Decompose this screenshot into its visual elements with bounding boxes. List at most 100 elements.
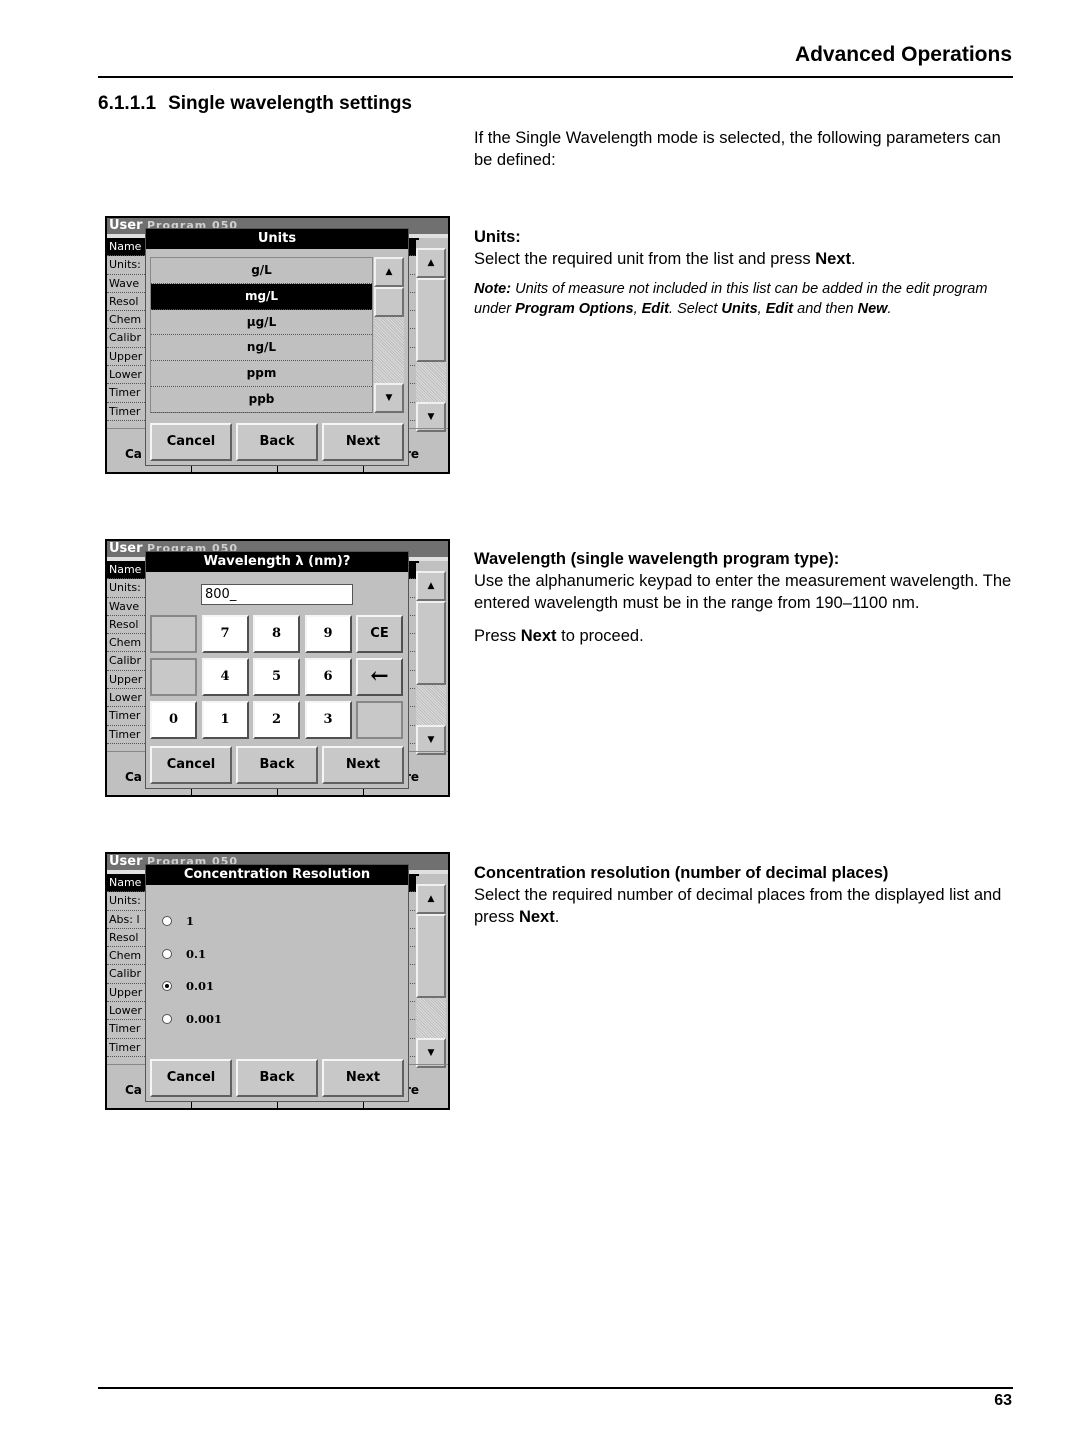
key-1[interactable]: 1 <box>201 701 249 739</box>
radio-button[interactable] <box>162 948 172 959</box>
section-title: Single wavelength settings <box>168 93 412 114</box>
bg-button-fragment: Ca <box>125 447 142 461</box>
units-dialog: Units g/L mg/L µg/L ng/L ppm ppb ▲ ▼ Can… <box>145 228 409 466</box>
option-label: 0.001 <box>186 1011 223 1026</box>
divider <box>191 466 192 472</box>
scroll-thumb[interactable] <box>374 287 404 317</box>
section-number: 6.1.1.1 <box>98 93 157 114</box>
divider <box>191 789 192 795</box>
scroll-up-icon[interactable]: ▲ <box>374 257 404 287</box>
key-5[interactable]: 5 <box>253 658 300 696</box>
screen-title: User <box>109 854 143 869</box>
key-blank <box>150 658 197 696</box>
resolution-description: Concentration resolution (number of deci… <box>474 862 1019 928</box>
back-button[interactable]: Back <box>236 423 318 461</box>
scroll-up-icon: ▲ <box>416 571 446 601</box>
running-header: Advanced Operations <box>794 43 1012 66</box>
divider <box>277 1102 278 1108</box>
dialog-title: Concentration Resolution <box>146 865 408 885</box>
wavelength-press-next: Press Next to proceed. <box>474 625 1019 647</box>
unit-option[interactable]: g/L <box>151 258 372 284</box>
unit-option-selected[interactable]: mg/L <box>151 283 372 310</box>
key-blank <box>356 701 403 739</box>
scroll-down-icon[interactable]: ▼ <box>374 383 404 413</box>
dialog-buttons: Cancel Back Next <box>150 746 404 784</box>
key-9[interactable]: 9 <box>304 615 352 653</box>
key-4[interactable]: 4 <box>201 658 249 696</box>
units-heading: Units: <box>474 228 521 246</box>
resolution-options: 1 0.1 0.01 0.001 <box>162 905 222 1035</box>
wavelength-description: Wavelength (single wavelength program ty… <box>474 548 1019 647</box>
numeric-keypad: 7 8 9 CE 4 5 6 ← 0 1 2 3 <box>150 615 406 739</box>
text: , <box>633 301 642 317</box>
cancel-button[interactable]: Cancel <box>150 1059 232 1097</box>
screen-title: User <box>109 541 143 556</box>
divider <box>363 789 364 795</box>
scroll-thumb <box>416 278 446 362</box>
scroll-track <box>416 362 446 402</box>
next-button[interactable]: Next <box>322 423 404 461</box>
radio-button[interactable] <box>162 1013 172 1024</box>
radio-button[interactable] <box>162 916 172 927</box>
text: Press <box>474 627 521 645</box>
divider <box>277 789 278 795</box>
resolution-option-selected[interactable]: 0.01 <box>162 970 222 1003</box>
resolution-option[interactable]: 0.1 <box>162 938 222 971</box>
wavelength-heading: Wavelength (single wavelength program ty… <box>474 550 840 568</box>
units-text: Select the required unit from the list a… <box>474 248 1019 270</box>
scroll-thumb <box>416 914 446 998</box>
text: . <box>554 908 560 926</box>
dialog-buttons: Cancel Back Next <box>150 1059 404 1097</box>
resolution-heading: Concentration resolution (number of deci… <box>474 864 889 882</box>
backspace-arrow-icon[interactable]: ← <box>356 658 403 696</box>
units-screenshot: User Program 050 Name Units: Wave Resol C… <box>105 216 450 474</box>
resolution-text: Select the required number of decimal pl… <box>474 884 1019 928</box>
resolution-option[interactable]: 0.001 <box>162 1003 222 1036</box>
unit-option[interactable]: ppb <box>151 387 372 413</box>
clear-entry-button[interactable]: CE <box>356 615 403 653</box>
key-7[interactable]: 7 <box>201 615 249 653</box>
key-2[interactable]: 2 <box>253 701 300 739</box>
text-bold: Edit <box>641 301 670 317</box>
background-scrollbar: ▲ ▼ <box>416 240 446 432</box>
dialog-title: Units <box>146 229 408 249</box>
unit-option[interactable]: ng/L <box>151 335 372 362</box>
text: . Select <box>669 301 722 317</box>
cancel-button[interactable]: Cancel <box>150 746 232 784</box>
back-button[interactable]: Back <box>236 1059 318 1097</box>
units-description: Units: Select the required unit from the… <box>474 226 1019 319</box>
bg-button-fragment: Ca <box>125 770 142 784</box>
key-0[interactable]: 0 <box>150 701 197 739</box>
next-button[interactable]: Next <box>322 1059 404 1097</box>
text-bold: Program Options <box>515 301 634 317</box>
text-bold: Units <box>721 301 758 317</box>
text-bold: Next <box>815 250 851 268</box>
next-button[interactable]: Next <box>322 746 404 784</box>
note-label: Note: <box>474 281 512 297</box>
back-button[interactable]: Back <box>236 746 318 784</box>
scroll-track[interactable] <box>374 317 404 383</box>
wavelength-screenshot: User Program 050 Name Units: Wave Resol C… <box>105 539 450 797</box>
scroll-track <box>416 998 446 1038</box>
text-bold: Edit <box>765 301 794 317</box>
key-3[interactable]: 3 <box>304 701 352 739</box>
text-bold: Next <box>520 627 557 645</box>
dialog-title: Wavelength λ (nm)? <box>146 552 408 572</box>
wavelength-input[interactable]: 800_ <box>201 584 353 605</box>
resolution-option[interactable]: 1 <box>162 905 222 938</box>
cancel-button[interactable]: Cancel <box>150 423 232 461</box>
key-8[interactable]: 8 <box>253 615 300 653</box>
resolution-screenshot: User Program 050 Name Units: Abs: l Resol… <box>105 852 450 1110</box>
background-scrollbar: ▲ ▼ <box>416 563 446 755</box>
radio-button-checked[interactable] <box>162 981 172 992</box>
scroll-up-icon: ▲ <box>416 884 446 914</box>
unit-option[interactable]: µg/L <box>151 310 372 336</box>
text: and then <box>793 301 858 317</box>
scroll-up-icon: ▲ <box>416 248 446 278</box>
section-heading: 6.1.1.1 Single wavelength settings <box>98 93 412 115</box>
unit-option[interactable]: ppm <box>151 361 372 387</box>
scroll-track <box>416 685 446 725</box>
key-6[interactable]: 6 <box>304 658 352 696</box>
dialog-buttons: Cancel Back Next <box>150 423 404 461</box>
units-scrollbar[interactable]: ▲ ▼ <box>374 257 404 413</box>
